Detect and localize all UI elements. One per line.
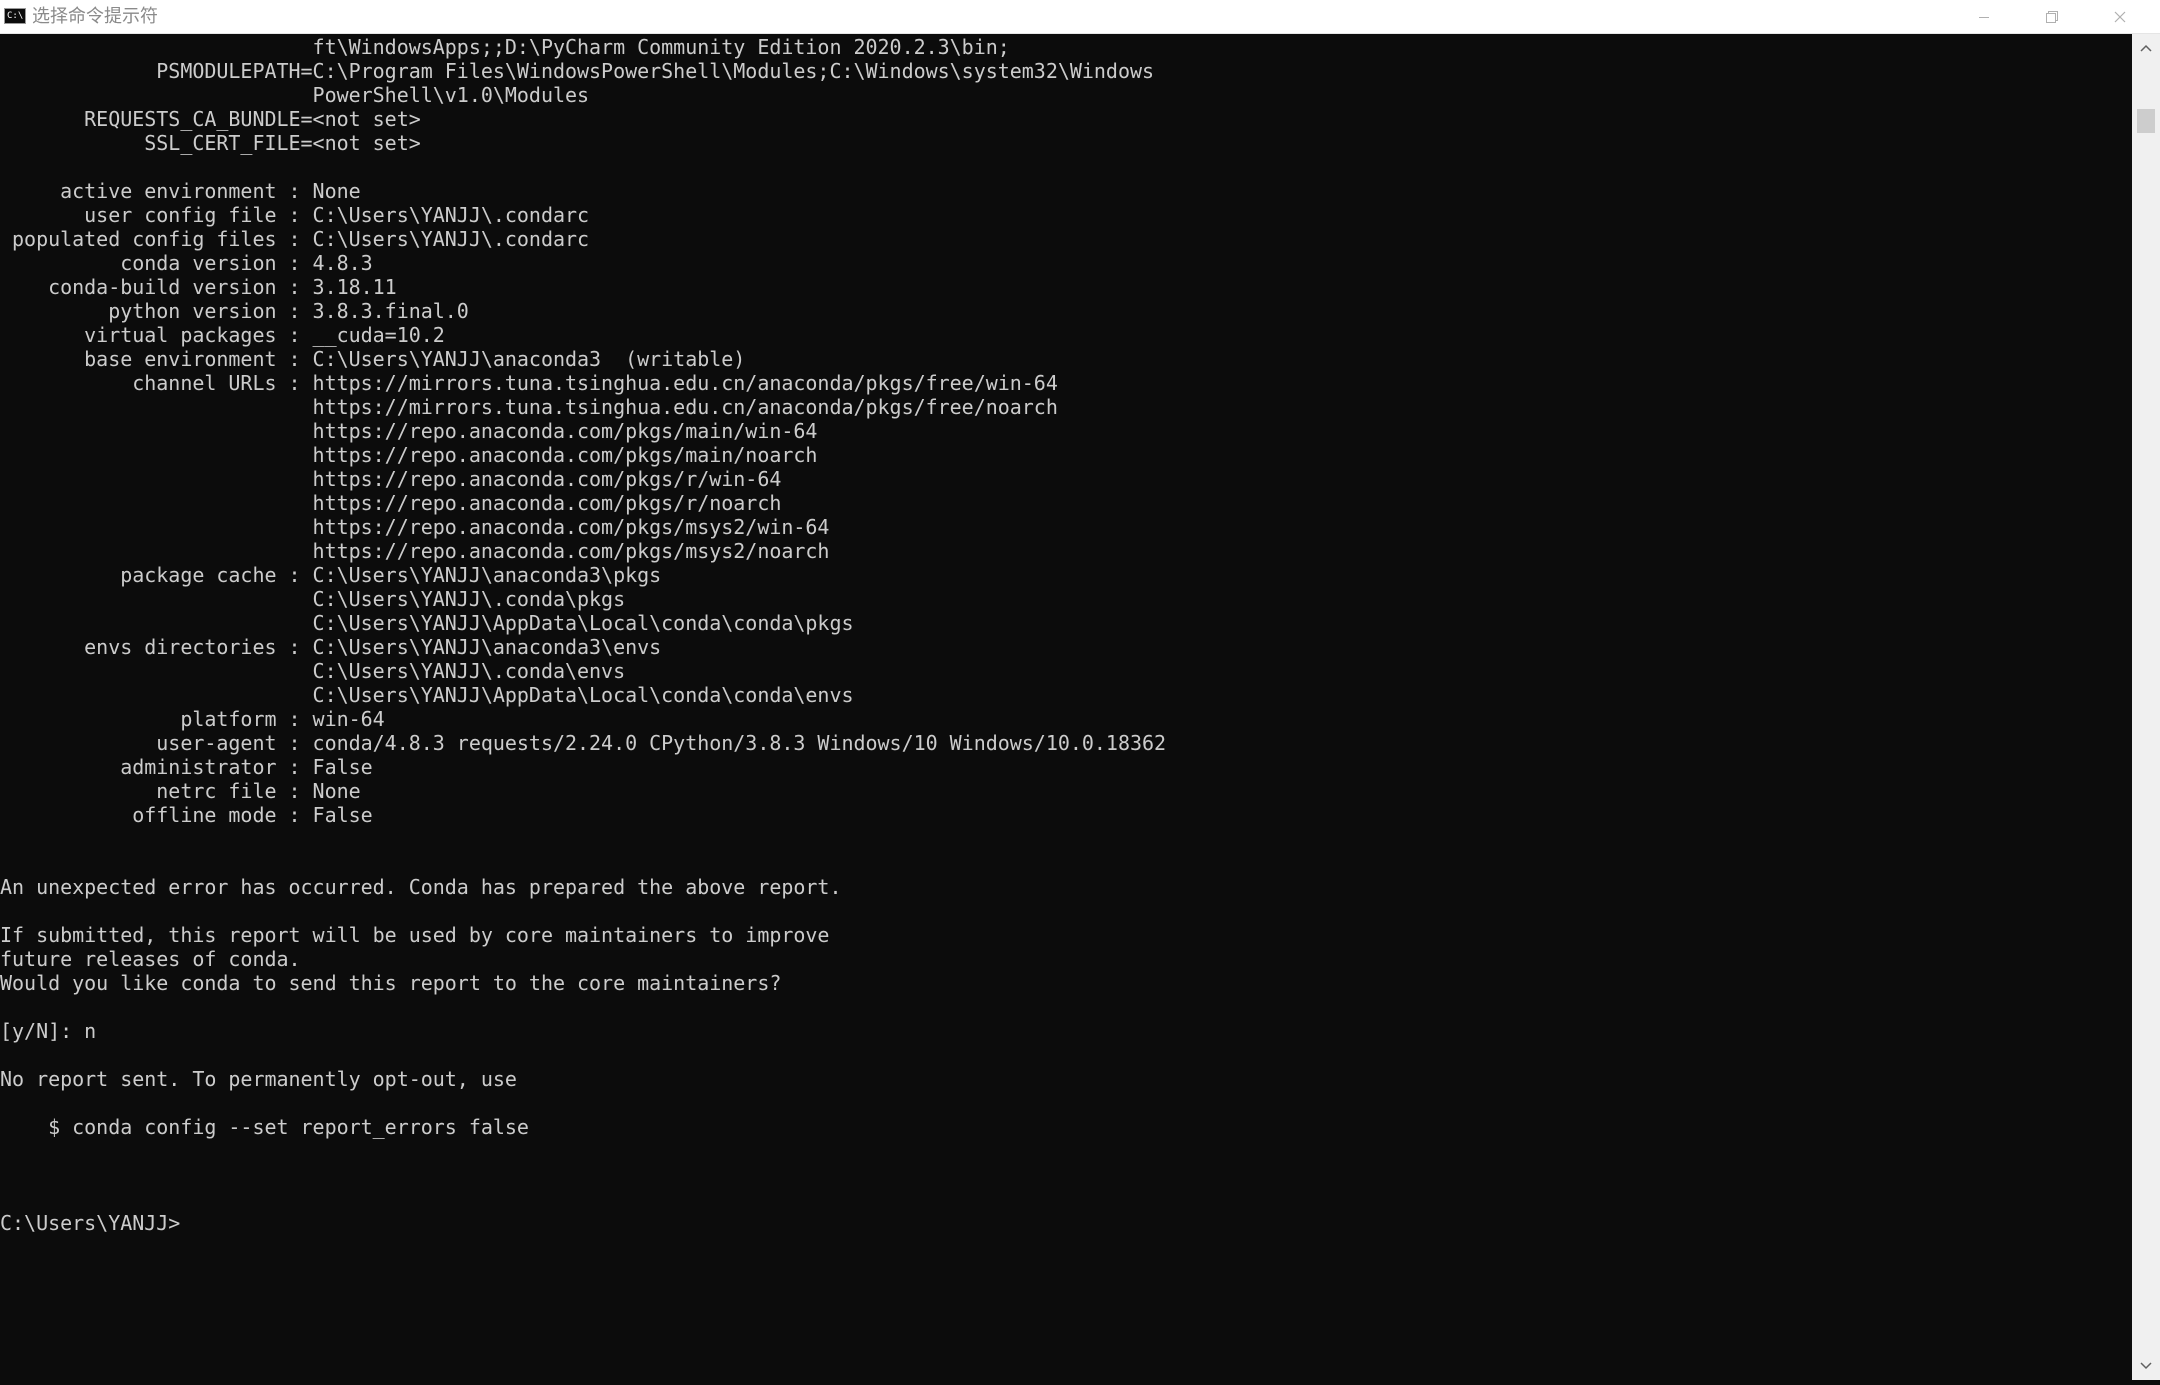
console-line: C:\Users\YANJJ\.conda\pkgs: [0, 587, 626, 611]
console-line: virtual packages : __cuda=10.2: [0, 323, 445, 347]
console-line: platform : win-64: [0, 707, 385, 731]
minimize-icon: [1979, 17, 1989, 18]
console-line: PSMODULEPATH=C:\Program Files\WindowsPow…: [0, 59, 1155, 83]
console-line: C:\Users\YANJJ>: [0, 1211, 181, 1235]
close-icon: [2114, 11, 2126, 23]
console-line: SSL_CERT_FILE=<not set>: [0, 131, 421, 155]
command-prompt-window: C:\ 选择命令提示符 ft\WindowsApps;;D:\PyCharm C…: [0, 0, 2160, 1380]
console-line: If submitted, this report will be used b…: [0, 923, 830, 947]
console-line: C:\Users\YANJJ\.conda\envs: [0, 659, 626, 683]
scroll-up-button[interactable]: [2132, 34, 2160, 62]
console-line: conda-build version : 3.18.11: [0, 275, 397, 299]
console-line: future releases of conda.: [0, 947, 301, 971]
console-line: package cache : C:\Users\YANJJ\anaconda3…: [0, 563, 662, 587]
chevron-down-icon: [2140, 1362, 2152, 1370]
console-line: conda version : 4.8.3: [0, 251, 373, 275]
console-line: C:\Users\YANJJ\AppData\Local\conda\conda…: [0, 683, 854, 707]
vertical-scrollbar[interactable]: [2132, 34, 2160, 1380]
console-line: PowerShell\v1.0\Modules: [0, 83, 590, 107]
console-line: C:\Users\YANJJ\AppData\Local\conda\conda…: [0, 611, 854, 635]
console-line: https://repo.anaconda.com/pkgs/r/win-64: [0, 467, 782, 491]
scroll-down-button[interactable]: [2132, 1352, 2160, 1380]
window-title: 选择命令提示符: [32, 6, 158, 27]
console-line: base environment : C:\Users\YANJJ\anacon…: [0, 347, 746, 371]
console-line: https://mirrors.tuna.tsinghua.edu.cn/ana…: [0, 395, 1058, 419]
console-line: user config file : C:\Users\YANJJ\.conda…: [0, 203, 590, 227]
console-line: python version : 3.8.3.final.0: [0, 299, 469, 323]
console-line: [y/N]: n: [0, 1019, 97, 1043]
console-line: https://repo.anaconda.com/pkgs/r/noarch: [0, 491, 782, 515]
console-line: https://repo.anaconda.com/pkgs/msys2/win…: [0, 515, 830, 539]
restore-button[interactable]: [2018, 0, 2086, 34]
console-line: https://repo.anaconda.com/pkgs/msys2/noa…: [0, 539, 830, 563]
minimize-button[interactable]: [1950, 0, 2018, 34]
console-line: populated config files : C:\Users\YANJJ\…: [0, 227, 590, 251]
chevron-up-icon: [2140, 44, 2152, 52]
console-line: envs directories : C:\Users\YANJJ\anacon…: [0, 635, 662, 659]
console-output[interactable]: ft\WindowsApps;;D:\PyCharm Community Edi…: [0, 35, 1166, 1235]
console-line: netrc file : None: [0, 779, 361, 803]
console-line: ft\WindowsApps;;D:\PyCharm Community Edi…: [0, 35, 1010, 59]
console-line: An unexpected error has occurred. Conda …: [0, 875, 842, 899]
title-bar[interactable]: C:\ 选择命令提示符: [0, 0, 2160, 34]
console-line: active environment : None: [0, 179, 361, 203]
console-line: https://repo.anaconda.com/pkgs/main/win-…: [0, 419, 818, 443]
console-line: https://repo.anaconda.com/pkgs/main/noar…: [0, 443, 818, 467]
close-button[interactable]: [2086, 0, 2154, 34]
scroll-thumb[interactable]: [2137, 109, 2155, 133]
console-line: administrator : False: [0, 755, 373, 779]
console-line: Would you like conda to send this report…: [0, 971, 782, 995]
console-line: REQUESTS_CA_BUNDLE=<not set>: [0, 107, 421, 131]
console-line: No report sent. To permanently opt-out, …: [0, 1067, 517, 1091]
console-line: offline mode : False: [0, 803, 373, 827]
restore-icon: [2046, 11, 2058, 23]
console-line: $ conda config --set report_errors false: [0, 1115, 529, 1139]
console-line: channel URLs : https://mirrors.tuna.tsin…: [0, 371, 1058, 395]
console-area[interactable]: ft\WindowsApps;;D:\PyCharm Community Edi…: [0, 34, 2132, 1380]
command-prompt-icon[interactable]: C:\: [4, 8, 26, 24]
console-line: user-agent : conda/4.8.3 requests/2.24.0…: [0, 731, 1167, 755]
